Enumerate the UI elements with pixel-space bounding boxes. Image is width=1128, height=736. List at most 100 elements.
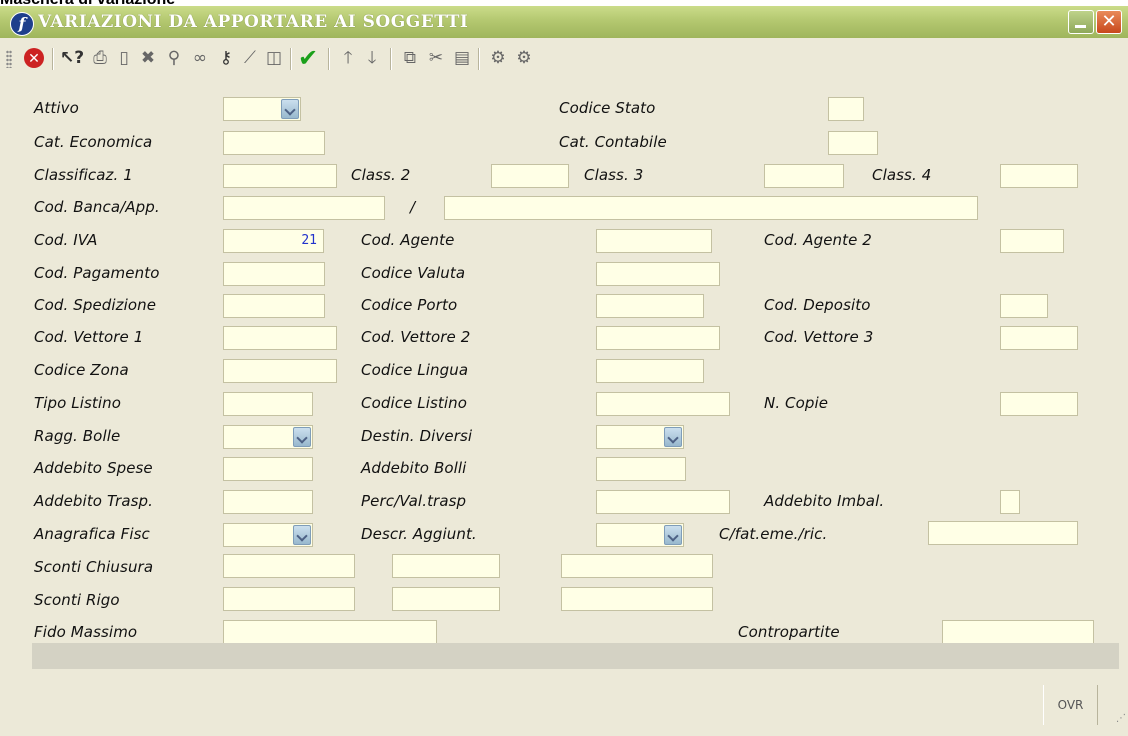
codice-valuta-field[interactable] — [596, 262, 720, 286]
arrow-down-icon[interactable]: 🡓 — [360, 46, 384, 70]
attivo-combo[interactable] — [223, 97, 301, 121]
columns-icon[interactable]: ◫ — [262, 46, 286, 70]
binoculars-icon[interactable]: ∞ — [188, 46, 212, 70]
magnifier-icon[interactable]: ⚲ — [162, 46, 186, 70]
label-sconti-rigo: Sconti Rigo — [34, 591, 120, 609]
title-bar: f VARIAZIONI DA APPORTARE AI SOGGETTI ✕ — [0, 6, 1128, 38]
label-cod-vettore2: Cod. Vettore 2 — [361, 328, 471, 346]
chevron-down-icon[interactable] — [664, 427, 682, 447]
chevron-down-icon[interactable] — [664, 525, 682, 545]
cod-vettore3-field[interactable] — [1000, 326, 1078, 350]
label-contropartite: Contropartite — [738, 623, 840, 641]
toolbar: ✕ ↖? ⎙ ▯ ✖ ⚲ ∞ ⚷ ⟋ ◫ ✔ 🡑 🡓 ⧉ ✂ ▤ ⚙ ⚙ — [0, 38, 1128, 78]
n-copie-field[interactable] — [1000, 392, 1078, 416]
addebito-trasp-field[interactable] — [223, 490, 313, 514]
cfat-field[interactable] — [928, 521, 1078, 545]
descr-aggiunt-combo[interactable] — [596, 523, 684, 547]
new-document-icon[interactable]: ▯ — [112, 46, 136, 70]
cut-icon[interactable]: ✂ — [424, 46, 448, 70]
label-codice-listino: Codice Listino — [361, 394, 468, 412]
gears-icon[interactable]: ⚙ — [512, 46, 536, 70]
sconti-chiusura-field-3[interactable] — [561, 554, 713, 578]
toolbar-separator — [328, 48, 329, 70]
label-destin-diversi: Destin. Diversi — [361, 427, 473, 445]
sconti-chiusura-field-2[interactable] — [392, 554, 500, 578]
label-descr-aggiunt: Descr. Aggiunt. — [361, 525, 477, 543]
wand-icon[interactable]: ⟋ — [238, 46, 262, 70]
codice-listino-field[interactable] — [596, 392, 730, 416]
chevron-down-icon[interactable] — [281, 99, 299, 119]
label-addebito-spese: Addebito Spese — [34, 459, 153, 477]
close-button[interactable]: ✕ — [1096, 10, 1122, 34]
resize-grip-icon[interactable]: ⋰ — [1116, 713, 1126, 724]
key-icon[interactable]: ⚷ — [214, 46, 238, 70]
codice-lingua-field[interactable] — [596, 359, 704, 383]
label-codice-stato: Codice Stato — [559, 99, 656, 117]
label-cod-agente2: Cod. Agente 2 — [764, 231, 872, 249]
label-class3: Class. 3 — [584, 166, 644, 184]
chevron-down-icon[interactable] — [293, 427, 311, 447]
overwrite-mode-indicator: OVR — [1043, 685, 1098, 725]
cod-vettore1-field[interactable] — [223, 326, 337, 350]
sconti-rigo-field-3[interactable] — [561, 587, 713, 611]
delete-icon[interactable]: ✖ — [136, 46, 160, 70]
cod-agente2-field[interactable] — [1000, 229, 1064, 253]
ragg-bolle-combo[interactable] — [223, 425, 313, 449]
label-perc-val-trasp: Perc/Val.trasp — [361, 492, 467, 510]
sconti-rigo-field-2[interactable] — [392, 587, 500, 611]
addebito-imbal-field[interactable] — [1000, 490, 1020, 514]
cod-agente-field[interactable] — [596, 229, 712, 253]
gear-icon[interactable]: ⚙ — [486, 46, 510, 70]
label-fido-massimo: Fido Massimo — [34, 623, 138, 641]
cod-pagamento-field[interactable] — [223, 262, 325, 286]
arrow-up-icon[interactable]: 🡑 — [336, 46, 360, 70]
addebito-bolli-field[interactable] — [596, 457, 686, 481]
cod-deposito-field[interactable] — [1000, 294, 1048, 318]
label-addebito-imbal: Addebito Imbal. — [764, 492, 885, 510]
codice-stato-field[interactable] — [828, 97, 864, 121]
sconti-rigo-field-1[interactable] — [223, 587, 355, 611]
fido-massimo-field[interactable] — [223, 620, 437, 644]
cod-app-field[interactable] — [444, 196, 978, 220]
perc-val-trasp-field[interactable] — [596, 490, 730, 514]
label-codice-porto: Codice Porto — [361, 296, 458, 314]
classificaz1-field[interactable] — [223, 164, 337, 188]
help-pointer-icon[interactable]: ↖? — [60, 46, 84, 70]
print-icon[interactable]: ⎙ — [88, 46, 112, 70]
label-cod-pagamento: Cod. Pagamento — [34, 264, 160, 282]
chevron-down-icon[interactable] — [293, 525, 311, 545]
label-codice-valuta: Codice Valuta — [361, 264, 466, 282]
class2-field[interactable] — [491, 164, 569, 188]
cat-contabile-field[interactable] — [828, 131, 878, 155]
sconti-chiusura-field-1[interactable] — [223, 554, 355, 578]
cod-spedizione-field[interactable] — [223, 294, 325, 318]
contropartite-field[interactable] — [942, 620, 1094, 644]
copy-icon[interactable]: ⧉ — [398, 46, 422, 70]
paste-icon[interactable]: ▤ — [450, 46, 474, 70]
codice-zona-field[interactable] — [223, 359, 337, 383]
destin-diversi-combo[interactable] — [596, 425, 684, 449]
label-attivo: Attivo — [34, 99, 79, 117]
label-codice-zona: Codice Zona — [34, 361, 129, 379]
cod-banca-field[interactable] — [223, 196, 385, 220]
addebito-spese-field[interactable] — [223, 457, 313, 481]
minimize-button[interactable] — [1068, 10, 1094, 34]
codice-porto-field[interactable] — [596, 294, 704, 318]
label-slash: / — [410, 198, 416, 216]
cod-vettore2-field[interactable] — [596, 326, 720, 350]
tipo-listino-field[interactable] — [223, 392, 313, 416]
label-class4: Class. 4 — [872, 166, 932, 184]
toolbar-grip[interactable] — [6, 50, 12, 68]
label-cod-deposito: Cod. Deposito — [764, 296, 871, 314]
cod-iva-field[interactable]: 21 — [223, 229, 324, 253]
label-addebito-trasp: Addebito Trasp. — [34, 492, 154, 510]
class3-field[interactable] — [764, 164, 844, 188]
label-cod-vettore3: Cod. Vettore 3 — [764, 328, 874, 346]
checkmark-icon[interactable]: ✔ — [296, 46, 320, 70]
class4-field[interactable] — [1000, 164, 1078, 188]
anagrafica-fisc-combo[interactable] — [223, 523, 313, 547]
label-classificaz1: Classificaz. 1 — [34, 166, 133, 184]
cat-economica-field[interactable] — [223, 131, 325, 155]
label-sconti-chiusura: Sconti Chiusura — [34, 558, 154, 576]
stop-icon[interactable]: ✕ — [22, 46, 46, 70]
